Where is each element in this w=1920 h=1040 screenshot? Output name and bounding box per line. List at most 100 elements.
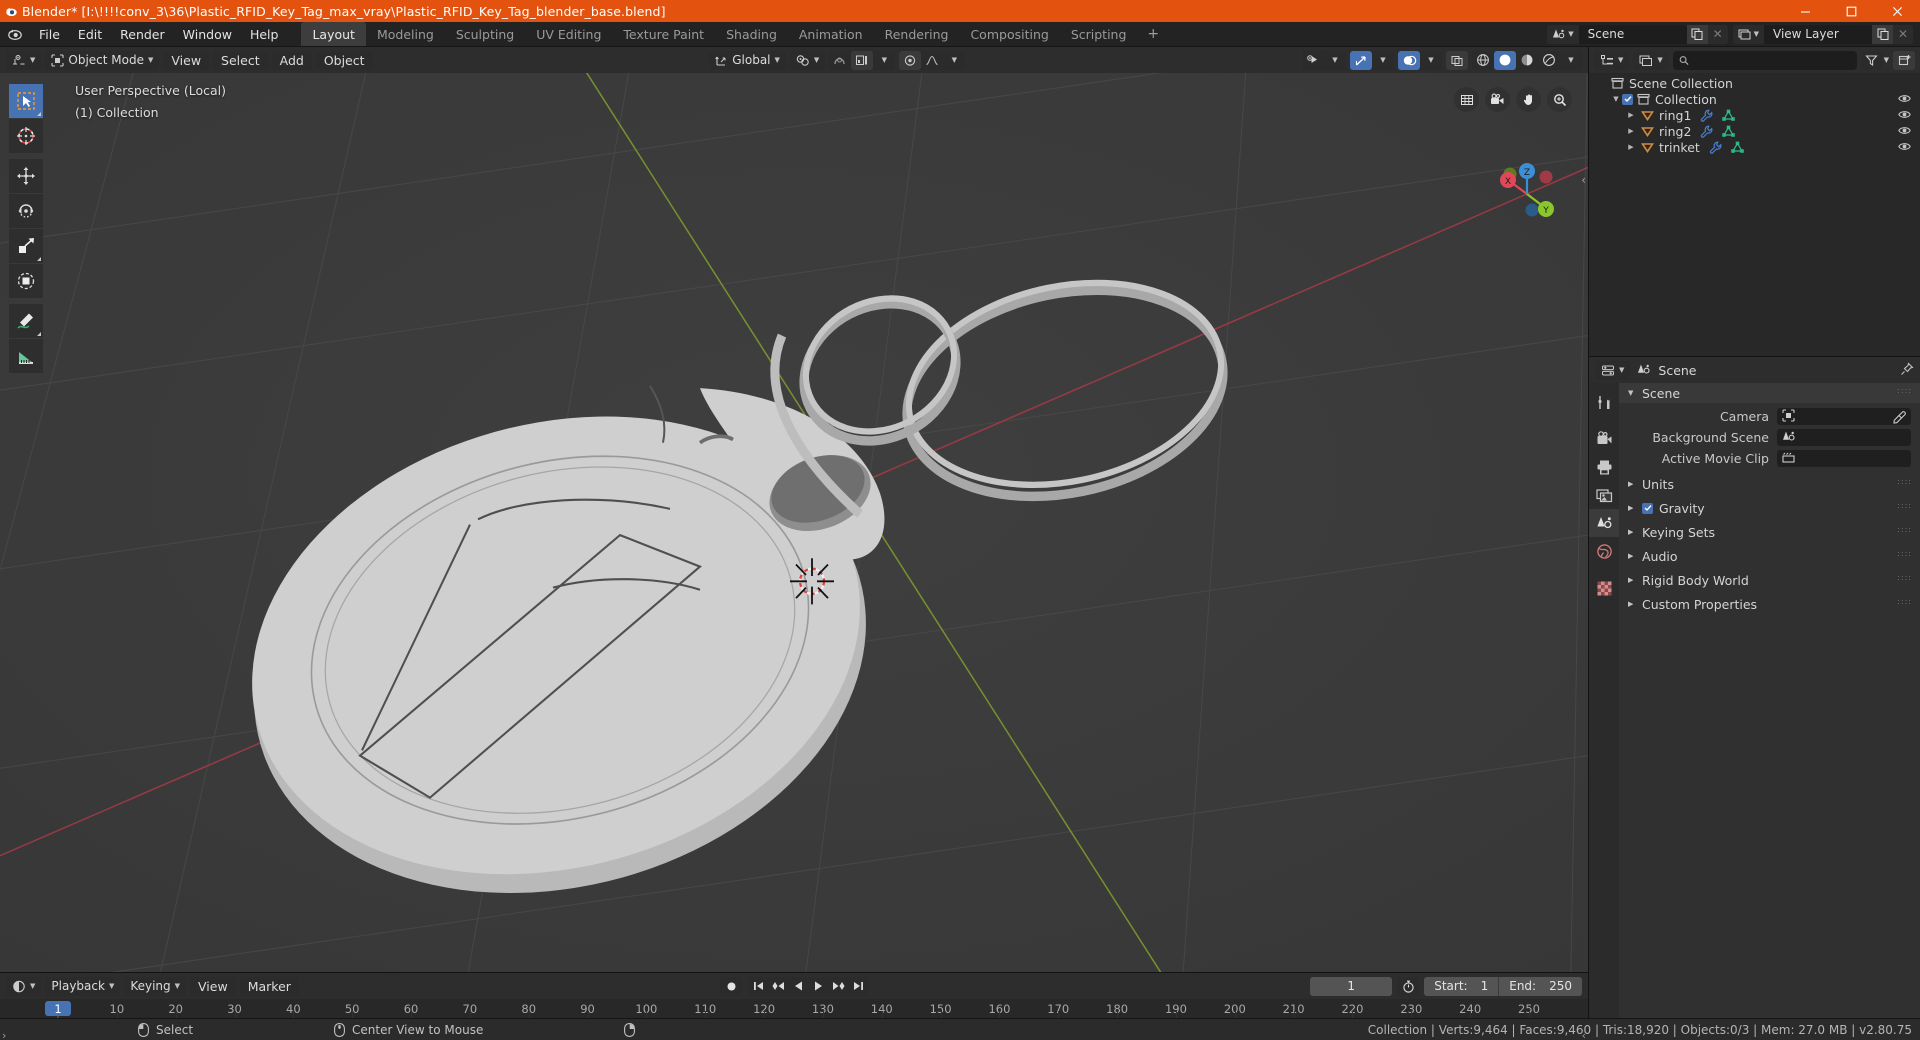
filter-funnel-icon[interactable] xyxy=(1860,50,1883,70)
panel-header-rigid-body-world[interactable]: ▶ Rigid Body World:::: xyxy=(1619,570,1920,590)
viewport-menu-add[interactable]: Add xyxy=(271,50,312,70)
panel-enable-checkbox[interactable] xyxy=(1642,502,1653,514)
texture-tab[interactable] xyxy=(1589,574,1619,602)
timeline-collapse-left[interactable]: › xyxy=(2,1029,6,1040)
xray-toggle-icon[interactable] xyxy=(1446,50,1468,70)
panel-triangle-icon[interactable]: ▶ xyxy=(1628,504,1636,512)
pivot-point-icon[interactable] xyxy=(899,50,922,70)
overlays-caret[interactable]: ▼ xyxy=(1420,50,1442,70)
hide-in-viewport-icon[interactable] xyxy=(1898,92,1911,107)
timeline-playhead[interactable]: 1 xyxy=(45,1001,71,1016)
outliner-display-mode-icon[interactable]: ▼ xyxy=(1594,50,1630,70)
panel-drag-handle[interactable]: :::: xyxy=(1897,502,1912,510)
mesh-data-icon[interactable] xyxy=(1722,109,1736,122)
timeline-ruler[interactable]: › ‹ 10 20 30 40 50 60 70 80 90 100 110 120 130 140 150… xyxy=(0,999,1588,1040)
move-tool[interactable] xyxy=(9,159,43,193)
view-layer-selector[interactable]: ▼ View Layer ✕ xyxy=(1732,24,1913,44)
play-reverse-icon[interactable] xyxy=(788,977,808,996)
workspace-tab-scripting[interactable]: Scripting xyxy=(1060,22,1138,46)
play-icon[interactable] xyxy=(808,977,828,996)
world-tab[interactable] xyxy=(1589,537,1619,565)
shading-material-preview-icon[interactable] xyxy=(1516,51,1538,70)
outliner-row-ring2[interactable]: ▶ ring2 xyxy=(1589,123,1920,139)
panel-header-audio[interactable]: ▶ Audio:::: xyxy=(1619,546,1920,566)
panel-drag-handle[interactable]: :::: xyxy=(1897,526,1912,534)
jump-to-start-icon[interactable] xyxy=(748,977,768,996)
viewport-axis-gizmo[interactable]: X Y Z xyxy=(1488,155,1566,233)
hide-in-viewport-icon[interactable] xyxy=(1898,140,1911,155)
workspace-tab-rendering[interactable]: Rendering xyxy=(874,22,960,46)
cursor-tool[interactable] xyxy=(9,119,43,153)
maximize-button[interactable] xyxy=(1828,0,1874,22)
panel-drag-handle[interactable]: :::: xyxy=(1897,550,1912,558)
stopwatch-icon[interactable] xyxy=(1397,976,1420,996)
viewport-menu-select[interactable]: Select xyxy=(213,50,268,70)
jump-to-prev-keyframe-icon[interactable] xyxy=(768,977,788,996)
property-field-active-movie-clip[interactable] xyxy=(1777,450,1911,467)
pin-icon[interactable] xyxy=(1900,361,1914,380)
panel-header-keying-sets[interactable]: ▶ Keying Sets:::: xyxy=(1619,522,1920,542)
panel-header-custom-properties[interactable]: ▶ Custom Properties:::: xyxy=(1619,594,1920,614)
overlays-icon[interactable] xyxy=(1398,50,1420,70)
object-visibility-caret[interactable]: ▼ xyxy=(1324,50,1346,70)
menu-render[interactable]: Render xyxy=(111,22,174,46)
hide-in-viewport-icon[interactable] xyxy=(1898,108,1911,123)
panel-header-gravity[interactable]: ▶ Gravity:::: xyxy=(1619,498,1920,518)
workspace-tab-uv-editing[interactable]: UV Editing xyxy=(525,22,612,46)
jump-to-next-keyframe-icon[interactable] xyxy=(828,977,848,996)
falloff-caret[interactable]: ▼ xyxy=(943,50,966,70)
timeline-menu-keying[interactable]: Keying ▼ xyxy=(124,976,187,996)
view-layer-icon[interactable]: ▼ xyxy=(1633,50,1669,70)
gizmo-icon[interactable] xyxy=(1350,50,1372,70)
scene-tab[interactable] xyxy=(1589,509,1619,537)
transform-orientation-selector[interactable]: Global ▼ xyxy=(709,50,786,70)
panel-triangle-icon[interactable]: ▶ xyxy=(1628,576,1636,584)
object-types-visibility-icon[interactable] xyxy=(1302,50,1324,70)
blender-menu-icon[interactable] xyxy=(0,22,30,46)
panel-triangle-icon[interactable]: ▶ xyxy=(1628,480,1636,488)
pan-view-icon[interactable] xyxy=(1516,87,1541,112)
end-frame-field[interactable]: End: 250 xyxy=(1499,979,1582,993)
panel-drag-handle[interactable]: :::: xyxy=(1897,598,1912,606)
workspace-tab-animation[interactable]: Animation xyxy=(788,22,874,46)
workspace-tab-layout[interactable]: Layout xyxy=(301,22,366,46)
timeline-menu-view[interactable]: View xyxy=(190,976,236,996)
proportional-caret[interactable]: ▼ xyxy=(873,50,896,70)
scene-selector[interactable]: ▼ Scene ✕ xyxy=(1547,24,1728,44)
outliner-row-collection[interactable]: ▼ Collection xyxy=(1589,91,1920,107)
toggle-orthographic-icon[interactable] xyxy=(1454,87,1479,112)
panel-drag-handle[interactable]: :::: xyxy=(1897,478,1912,486)
annotate-tool[interactable] xyxy=(9,304,43,338)
workspace-tab-compositing[interactable]: Compositing xyxy=(959,22,1059,46)
render-tab[interactable] xyxy=(1589,425,1619,453)
view-layer-browse-icon[interactable]: ▼ xyxy=(1732,24,1764,44)
transform-tool[interactable] xyxy=(9,264,43,298)
mesh-data-icon[interactable] xyxy=(1731,141,1744,154)
properties-editor-icon[interactable]: ▼ xyxy=(1595,360,1631,380)
jump-to-end-icon[interactable] xyxy=(848,977,868,996)
new-collection-icon[interactable] xyxy=(1893,50,1915,70)
workspace-tab-modeling[interactable]: Modeling xyxy=(366,22,445,46)
shading-caret[interactable]: ▼ xyxy=(1560,51,1582,70)
mesh-data-icon[interactable] xyxy=(1722,125,1736,138)
menu-window[interactable]: Window xyxy=(174,22,241,46)
editor-type-3dview-icon[interactable]: ▼ xyxy=(6,50,42,70)
add-workspace-button[interactable]: + xyxy=(1137,22,1169,46)
new-view-layer-icon[interactable] xyxy=(1872,24,1893,44)
timeline-collapse-right[interactable]: ‹ xyxy=(1582,1029,1586,1040)
current-frame-field[interactable]: 1 xyxy=(1310,976,1393,996)
close-button[interactable] xyxy=(1874,0,1920,22)
menu-edit[interactable]: Edit xyxy=(69,22,111,46)
shading-wireframe-icon[interactable] xyxy=(1472,51,1494,70)
menu-file[interactable]: File xyxy=(30,22,69,46)
tool-tab[interactable] xyxy=(1589,388,1619,416)
interaction-mode-selector[interactable]: Object Mode ▼ xyxy=(45,50,160,70)
view-layer-tab[interactable] xyxy=(1589,481,1619,509)
tweak-select-tool[interactable] xyxy=(9,84,43,118)
output-tab[interactable] xyxy=(1589,453,1619,481)
viewport-3d[interactable]: User Perspective (Local) (1) Collection xyxy=(0,73,1588,972)
snapping-dropdown[interactable]: ▼ xyxy=(789,50,826,70)
search-input[interactable] xyxy=(1693,53,1851,67)
zoom-view-icon[interactable] xyxy=(1547,87,1572,112)
workspace-tab-sculpting[interactable]: Sculpting xyxy=(445,22,525,46)
